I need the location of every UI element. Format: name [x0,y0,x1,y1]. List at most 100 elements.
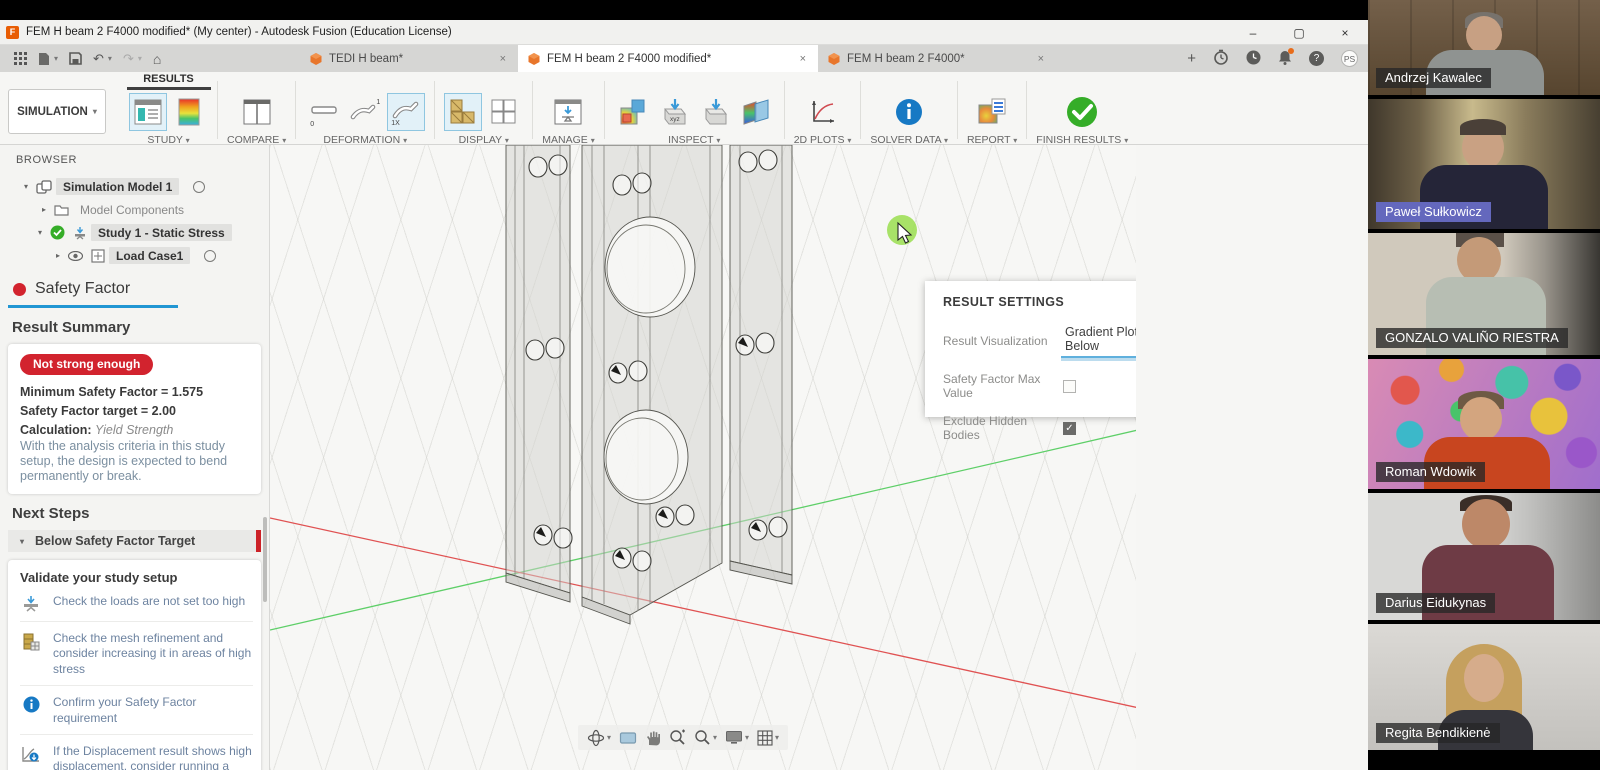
chevron-down-icon[interactable]: ▾ [775,733,779,742]
job-status-icon[interactable] [1213,49,1229,68]
chevron-right-icon[interactable]: ▸ [52,251,64,260]
help-icon[interactable]: ? [1309,51,1324,66]
workspace-selector[interactable]: SIMULATION ▾ [8,89,106,134]
radio-icon[interactable] [204,250,216,262]
participant-video[interactable]: GONZALO VALIÑO RIESTRA [1368,233,1600,355]
2d-plots-icon[interactable] [804,93,842,131]
chevron-down-icon[interactable]: ▾ [34,228,46,237]
look-at-icon[interactable] [619,731,637,745]
tab-close-icon[interactable]: × [1036,53,1046,65]
inspect-point-xyz-icon[interactable]: xyz [655,93,693,131]
tab-bar: ▾ ↶ ▾ ↷ ▾ ⌂ TEDI H beam* × FEM H beam 2 … [0,45,1368,72]
tree-item-study-static-stress[interactable]: ▾ Study 1 - Static Stress [0,221,269,244]
participant-video[interactable]: Regita Bendikienė [1368,624,1600,750]
minimize-button[interactable]: – [1230,20,1276,45]
chevron-down-icon: ▾ [93,107,97,116]
safety-factor-header: Safety Factor [0,280,269,298]
participant-video[interactable]: Roman Wdowik [1368,359,1600,489]
participant-name: Darius Eidukynas [1376,593,1495,613]
file-menu-icon[interactable] [38,52,50,66]
visibility-eye-icon[interactable] [68,251,83,261]
tree-item-simulation-model[interactable]: ▾ Simulation Model 1 [0,175,269,198]
finish-results-check-icon[interactable] [1063,93,1101,131]
exclude-hidden-bodies-label: Exclude Hidden Bodies [943,414,1061,442]
chevron-down-icon[interactable]: ▾ [713,733,717,742]
tab-fem-h-beam[interactable]: FEM H beam 2 F4000* × [818,45,1056,72]
inspect-slice-plane-icon[interactable] [737,93,775,131]
next-step-item[interactable]: Check the mesh refinement and consider i… [20,622,253,686]
chevron-down-icon[interactable]: ▾ [16,537,28,546]
next-step-item[interactable]: Check the loads are not set too high [20,585,253,622]
document-cube-icon [528,53,540,65]
below-target-label: Below Safety Factor Target [35,534,195,548]
zoom-icon[interactable] [669,729,686,746]
redo-button[interactable]: ↷ [123,51,134,67]
redo-caret-icon: ▾ [138,54,142,63]
chevron-right-icon[interactable]: ▸ [38,205,50,214]
radio-icon[interactable] [193,181,205,193]
participant-video[interactable]: Andrzej Kawalec [1368,0,1600,95]
tab-close-icon[interactable]: × [498,53,508,65]
app-grid-icon[interactable] [14,52,27,65]
deformation-scaled-icon[interactable]: 1X [387,93,425,131]
deformation-undeformed-icon[interactable]: 0 [305,93,343,131]
display-shaded-mesh-icon[interactable] [444,93,482,131]
web-hole [605,217,695,317]
fusion-app-icon: F [6,26,19,39]
undo-caret-icon[interactable]: ▾ [108,54,112,63]
inspect-results-icon[interactable] [614,93,652,131]
deformation-actual-icon[interactable]: 1 [346,93,384,131]
load-case-icon [91,249,105,263]
tab-fem-h-beam-modified[interactable]: FEM H beam 2 F4000 modified* × [518,45,818,72]
extensions-clock-icon[interactable] [1246,50,1261,68]
chevron-down-icon[interactable]: ▾ [20,182,32,191]
display-wireframe-icon[interactable] [485,93,523,131]
panel-scrollbar[interactable] [263,517,267,602]
viewport-canvas[interactable]: Z X FRONT RIGHT RESULT SETTINGS Result V [270,145,1136,770]
notifications-bell-icon[interactable] [1278,50,1292,68]
tree-item-load-case[interactable]: ▸ Load Case1 [0,244,269,267]
chevron-down-icon[interactable]: ▾ [745,733,749,742]
group-study: RESULTS STUDY ▾ [120,72,217,146]
h-beam-model[interactable] [506,145,792,624]
ribbon-tab-results[interactable]: RESULTS [127,73,211,90]
home-icon[interactable]: ⌂ [153,51,161,67]
file-menu-caret-icon[interactable]: ▾ [54,54,58,63]
participant-name: Roman Wdowik [1376,462,1485,482]
new-tab-button[interactable]: + [1187,50,1196,67]
participant-video[interactable]: Darius Eidukynas [1368,493,1600,620]
next-step-item[interactable]: Confirm your Safety Factor requirement [20,686,253,735]
exclude-hidden-bodies-checkbox[interactable]: ✓ [1063,422,1076,435]
browser-panel: BROWSER ▾ Simulation Model 1 ▸ Model Com… [0,145,270,770]
static-stress-icon [73,226,87,240]
save-icon[interactable] [69,52,82,65]
compare-icon[interactable] [238,93,276,131]
orbit-icon[interactable]: ▾ [587,729,611,747]
maximize-button[interactable]: ▢ [1276,20,1322,45]
user-avatar[interactable]: PS [1341,50,1358,67]
fit-icon[interactable]: ▾ [694,729,717,746]
display-settings-icon[interactable]: ▾ [725,730,749,745]
participant-video[interactable]: Paweł Sułkowicz [1368,99,1600,229]
chevron-down-icon[interactable]: ▾ [607,733,611,742]
study-report-icon[interactable] [129,93,167,131]
report-icon[interactable] [973,93,1011,131]
grid-settings-icon[interactable]: ▾ [757,730,779,746]
next-step-item[interactable]: If the Displacement result shows high di… [20,735,253,770]
tree-item-model-components[interactable]: ▸ Model Components [0,198,269,221]
manage-icon[interactable] [549,93,587,131]
below-target-collapse-row[interactable]: ▾ Below Safety Factor Target [8,530,261,552]
inspect-probe-icon[interactable] [696,93,734,131]
tab-tedi-h-beam[interactable]: TEDI H beam* × [300,45,518,72]
tab-close-icon[interactable]: × [798,53,808,65]
study-legend-icon[interactable] [170,93,208,131]
3d-scene[interactable]: Z X FRONT RIGHT [270,145,1136,770]
result-summary-card: Not strong enough Minimum Safety Factor … [8,344,261,494]
pan-hand-icon[interactable] [645,729,661,746]
result-visualization-label: Result Visualization [943,334,1061,348]
undo-button[interactable]: ↶ [93,51,104,67]
result-visualization-dropdown[interactable]: Gradient Plot: Below ▾ [1061,323,1136,358]
close-button[interactable]: × [1322,20,1368,45]
safety-factor-max-checkbox[interactable] [1063,380,1076,393]
solver-data-info-icon[interactable] [890,93,928,131]
